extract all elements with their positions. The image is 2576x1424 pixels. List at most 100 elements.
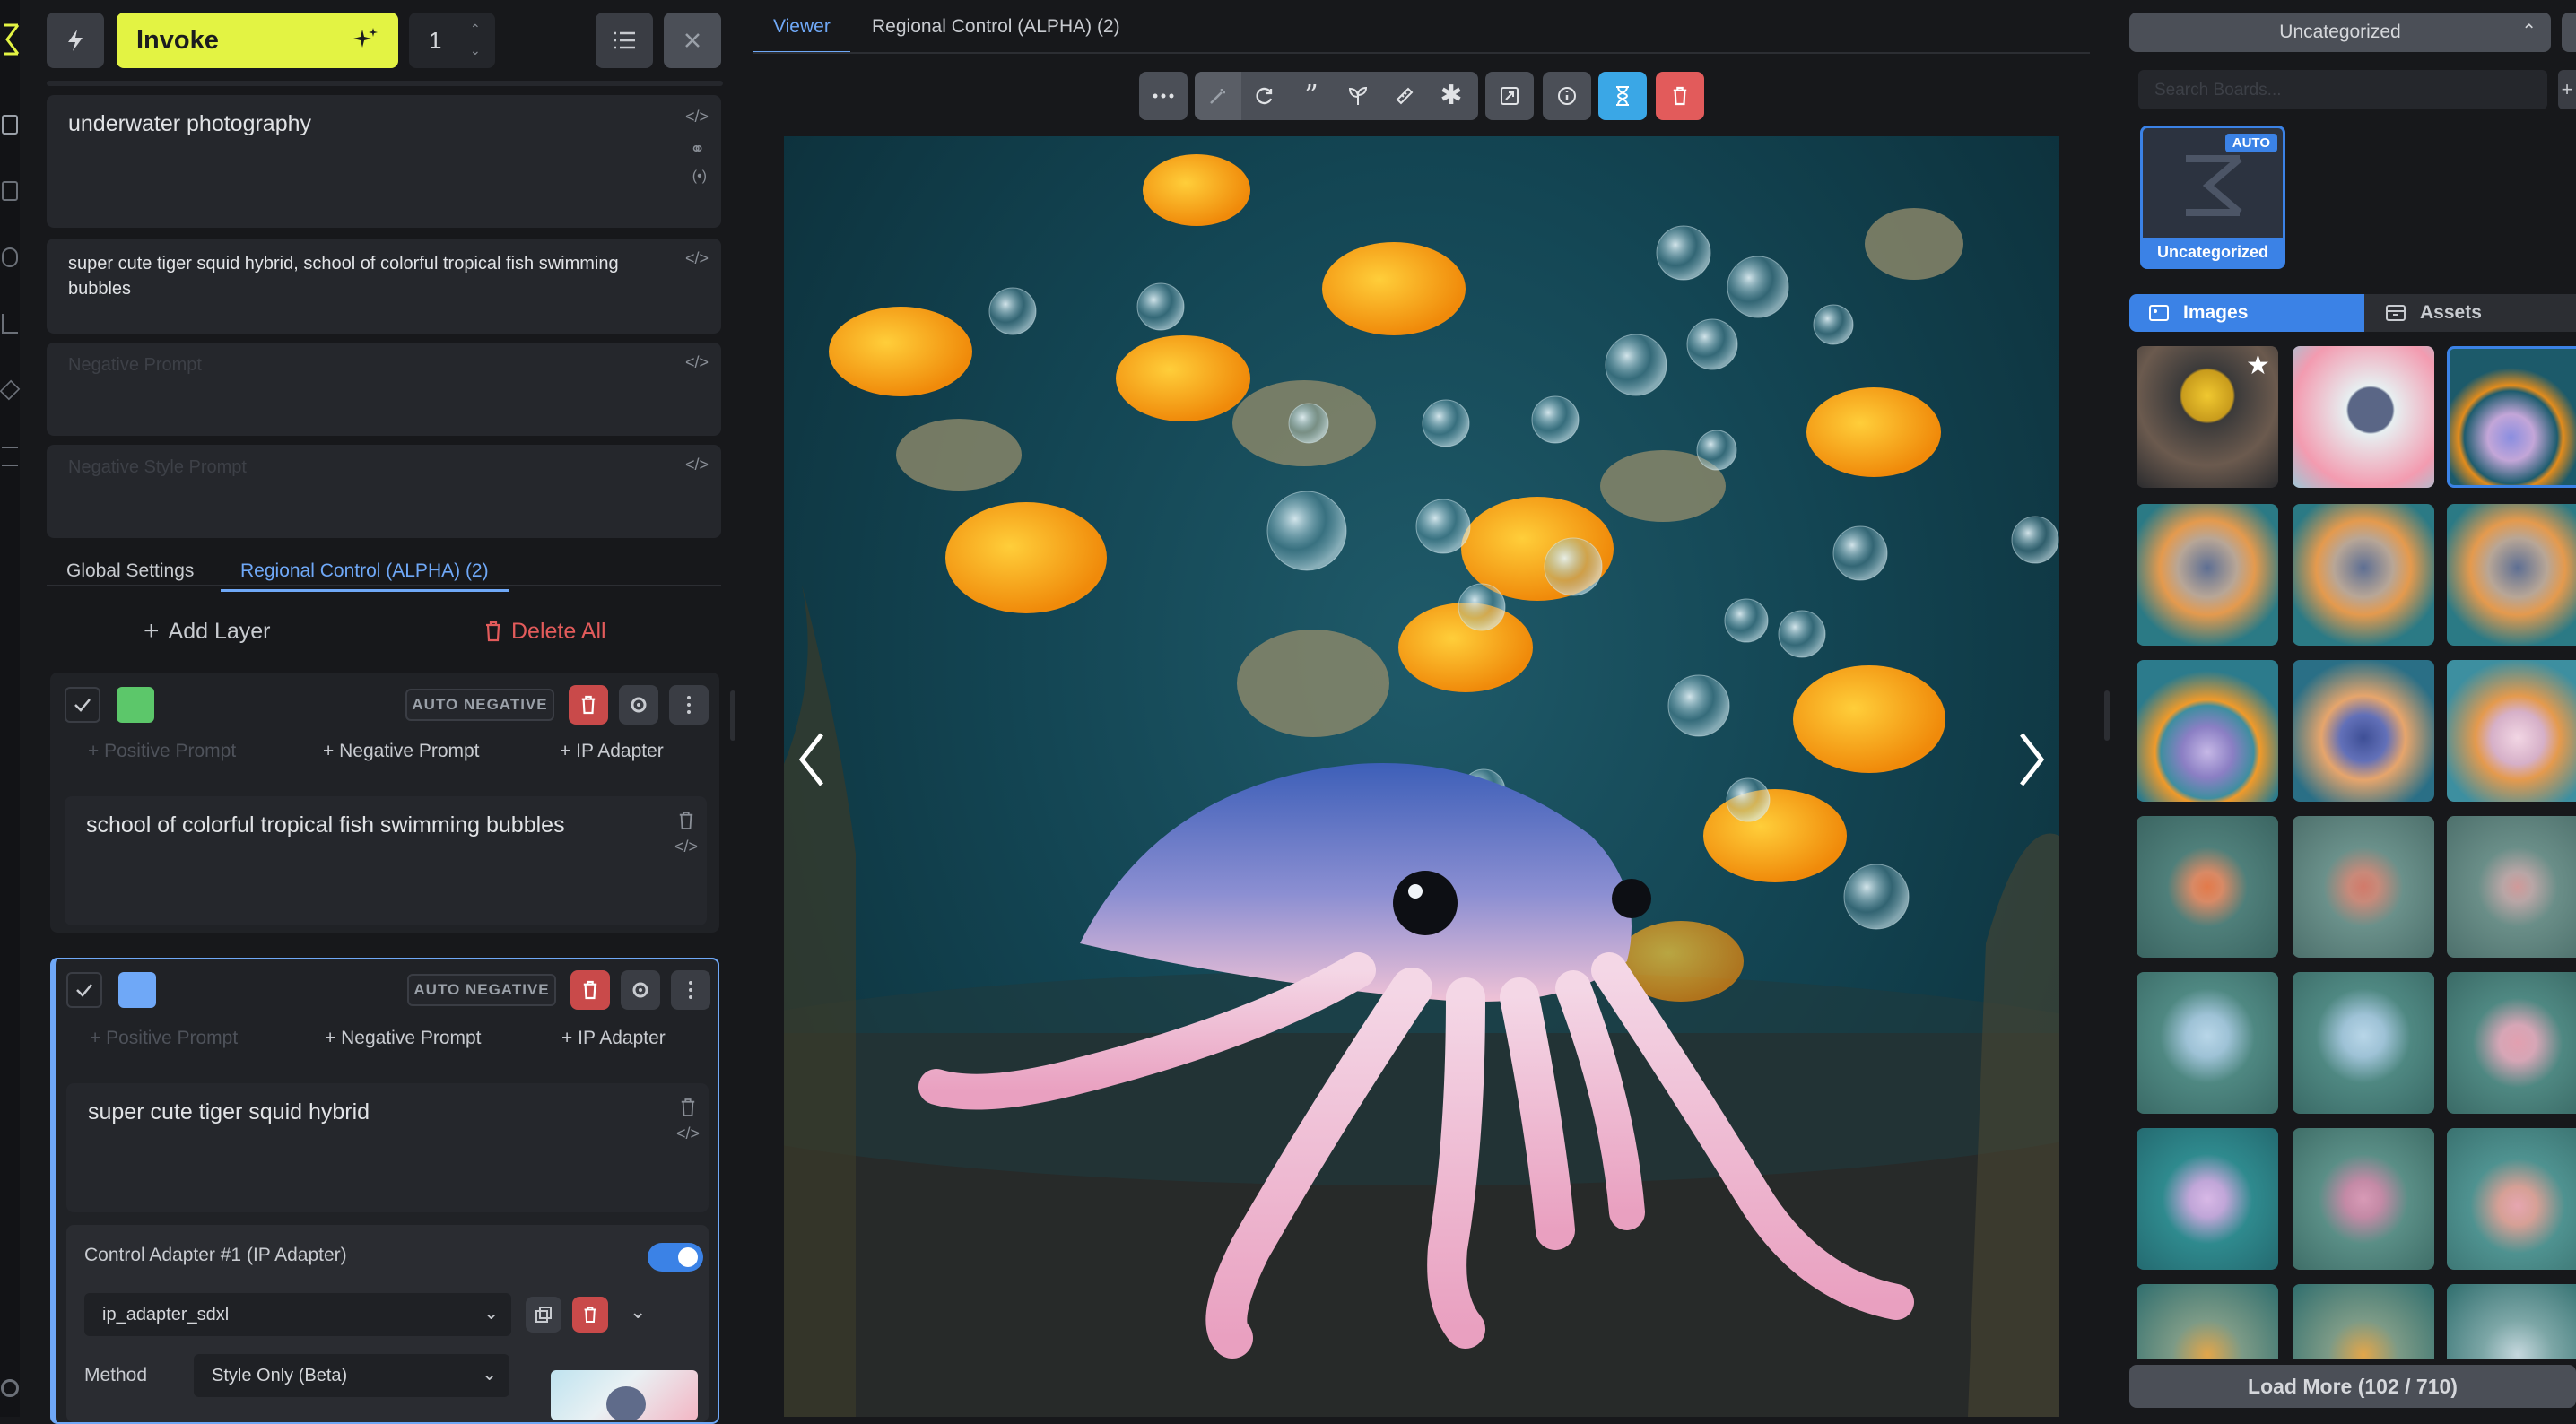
load-more-button[interactable]: Load More (102 / 710) [2129, 1365, 2576, 1408]
tab-global-settings[interactable]: Global Settings [47, 556, 213, 586]
negative-prompt-field[interactable]: Negative Prompt </> [47, 343, 721, 436]
gallery-thumbnail[interactable] [2447, 1128, 2576, 1270]
expand-chevron-icon[interactable]: ⌄ [630, 1300, 646, 1324]
positive-prompt-field[interactable]: underwater photography </> ⚭ (•) [47, 95, 721, 228]
gallery-thumbnail[interactable] [2137, 660, 2278, 802]
image-info-button[interactable] [1543, 72, 1591, 120]
main-image[interactable] [784, 136, 2059, 1417]
code-icon[interactable]: </> [685, 108, 709, 126]
layer-color-swatch[interactable] [117, 687, 154, 723]
lightning-menu-button[interactable] [47, 13, 104, 68]
add-negative-prompt-button[interactable]: + Negative Prompt [325, 1028, 482, 1049]
gallery-thumbnail[interactable] [2447, 504, 2576, 646]
board-select[interactable]: Uncategorized ⌃ [2129, 13, 2551, 52]
gallery-thumbnail[interactable] [2137, 972, 2278, 1114]
embedding-icon[interactable]: (•) [692, 169, 707, 185]
trash-icon[interactable] [678, 811, 694, 830]
negative-style-prompt-field[interactable]: Negative Style Prompt </> [47, 445, 721, 538]
layer-settings-button[interactable] [621, 970, 660, 1010]
layer-settings-button[interactable] [619, 685, 658, 725]
image-to-image-icon[interactable] [2, 181, 18, 201]
code-icon[interactable]: </> [676, 1124, 700, 1143]
tab-assets[interactable]: Assets [2364, 294, 2576, 332]
layer-more-button[interactable] [669, 685, 709, 725]
style-prompt-field[interactable]: super cute tiger squid hybrid, school of… [47, 239, 721, 334]
next-image-arrow-icon[interactable] [2006, 719, 2059, 800]
code-icon[interactable]: </> [685, 249, 709, 268]
tab-viewer[interactable]: Viewer [753, 16, 850, 54]
add-ip-adapter-button[interactable]: + IP Adapter [560, 741, 664, 762]
right-panel-resize-handle[interactable] [2104, 690, 2110, 741]
delete-all-button[interactable]: Delete All [484, 613, 606, 649]
delete-adapter-button[interactable] [572, 1297, 608, 1333]
delete-layer-button[interactable] [569, 685, 608, 725]
code-icon[interactable]: </> [685, 456, 709, 474]
ip-adapter-enable-toggle[interactable] [648, 1243, 703, 1272]
gallery-thumbnail[interactable] [2447, 972, 2576, 1114]
gallery-thumbnail[interactable] [2293, 1128, 2434, 1270]
layer-more-button[interactable] [671, 970, 710, 1010]
star-icon[interactable]: ★ [2246, 350, 2270, 381]
use-prompt-button[interactable]: ” [1288, 72, 1335, 120]
use-all-button[interactable] [1195, 72, 1241, 120]
settings-gear-icon[interactable] [1, 1379, 19, 1397]
layer-prompt-field[interactable]: super cute tiger squid hybrid </> [66, 1083, 709, 1212]
layer-enable-checkbox[interactable] [66, 972, 102, 1008]
ip-adapter-model-select[interactable]: ip_adapter_sdxl ⌄ [84, 1293, 511, 1336]
code-icon[interactable]: </> [685, 353, 709, 372]
gallery-thumbnail[interactable] [2137, 504, 2278, 646]
duplicate-adapter-button[interactable] [526, 1297, 561, 1333]
use-all-params-button[interactable]: ✱ [1428, 72, 1475, 120]
gallery-thumbnail[interactable] [2447, 816, 2576, 958]
gallery-settings-button[interactable] [2562, 13, 2576, 52]
add-ip-adapter-button[interactable]: + IP Adapter [561, 1028, 666, 1049]
gallery-thumbnail[interactable] [2293, 504, 2434, 646]
gallery-thumbnail[interactable] [2447, 1284, 2576, 1359]
remix-button[interactable] [1241, 72, 1288, 120]
models-icon[interactable] [0, 379, 21, 401]
gallery-thumbnail[interactable] [2293, 1284, 2434, 1359]
gallery-thumbnail[interactable] [2293, 972, 2434, 1114]
text-to-image-icon[interactable] [2, 115, 18, 135]
tab-images[interactable]: Images [2129, 294, 2364, 332]
cancel-button[interactable] [664, 13, 721, 68]
gallery-thumbnail[interactable] [2447, 346, 2576, 488]
link-icon[interactable]: ⚭ [690, 138, 705, 161]
workflow-icon[interactable] [2, 314, 18, 334]
queue-list-button[interactable] [596, 13, 653, 68]
invoke-button[interactable]: Invoke [117, 13, 398, 68]
add-layer-button[interactable]: + Add Layer [144, 613, 271, 649]
gallery-thumbnail[interactable] [2293, 816, 2434, 958]
layer-prompt-field[interactable]: school of colorful tropical fish swimmin… [65, 796, 707, 925]
increment-icon[interactable]: ⌃ [470, 22, 481, 37]
left-panel-resize-handle[interactable] [730, 690, 735, 741]
trash-icon[interactable] [680, 1098, 696, 1117]
gallery-thumbnail[interactable] [2293, 660, 2434, 802]
gallery-thumbnail[interactable] [2137, 1284, 2278, 1359]
iterations-stepper[interactable]: 1 ⌃ ⌄ [409, 13, 495, 68]
delete-image-button[interactable] [1656, 72, 1704, 120]
gallery-thumbnail[interactable] [2293, 346, 2434, 488]
progress-toggle-button[interactable] [1598, 72, 1647, 120]
add-board-button[interactable]: + [2558, 70, 2576, 109]
layer-enable-checkbox[interactable] [65, 687, 100, 723]
method-select[interactable]: Style Only (Beta) ⌄ [194, 1354, 509, 1397]
gallery-thumbnail[interactable] [2137, 1128, 2278, 1270]
previous-image-arrow-icon[interactable] [784, 719, 838, 800]
auto-negative-badge[interactable]: AUTO NEGATIVE [407, 974, 556, 1006]
more-options-button[interactable] [1139, 72, 1188, 120]
add-positive-prompt-button[interactable]: + Positive Prompt [90, 1028, 238, 1049]
ip-adapter-reference-image[interactable] [551, 1370, 698, 1420]
auto-negative-badge[interactable]: AUTO NEGATIVE [405, 689, 554, 721]
gallery-thumbnail[interactable] [2447, 660, 2576, 802]
layer-color-swatch[interactable] [118, 972, 156, 1008]
add-positive-prompt-button[interactable]: + Positive Prompt [88, 741, 236, 762]
tab-regional-control-canvas[interactable]: Regional Control (ALPHA) (2) [852, 16, 1140, 54]
decrement-icon[interactable]: ⌄ [470, 43, 481, 58]
upscale-button[interactable] [1485, 72, 1534, 120]
gallery-thumbnail[interactable] [2137, 816, 2278, 958]
use-size-button[interactable] [1381, 72, 1428, 120]
use-seed-button[interactable] [1335, 72, 1381, 120]
queue-icon[interactable] [2, 447, 18, 466]
add-negative-prompt-button[interactable]: + Negative Prompt [323, 741, 480, 762]
